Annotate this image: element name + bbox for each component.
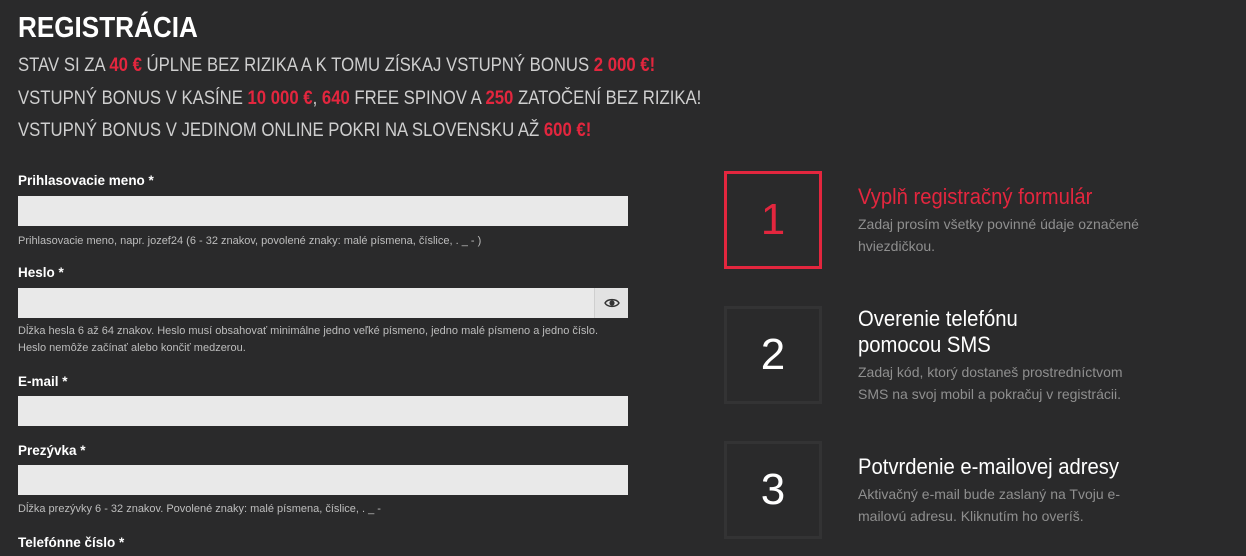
password-input[interactable] <box>18 288 594 318</box>
nickname-help: Dĺžka prezývky 6 - 32 znakov. Povolené z… <box>18 503 381 515</box>
nickname-input[interactable] <box>18 465 628 495</box>
promo-highlight: 10 000 € <box>247 88 313 109</box>
phone-label: Telefónne číslo * <box>18 535 125 550</box>
promo-highlight: 600 €! <box>543 120 592 141</box>
email-input[interactable] <box>18 396 628 426</box>
step-1-title: Vyplň registračný formulár <box>858 184 1093 209</box>
show-password-button[interactable] <box>594 288 628 318</box>
step-2-number: 2 <box>724 306 822 404</box>
step-1-number: 1 <box>724 171 822 269</box>
promo-text: STAV SI ZA <box>18 55 110 76</box>
promo-text: FREE SPINOV A <box>349 88 486 109</box>
username-label: Prihlasovacie meno * <box>18 173 154 188</box>
eye-icon <box>603 298 620 308</box>
nickname-label: Prezývka * <box>18 443 86 458</box>
step-2-text: Zadaj kód, ktorý dostaneš prostredníctvo… <box>858 364 1123 402</box>
email-label: E-mail * <box>18 374 68 389</box>
promo-highlight: 40 € <box>109 55 142 76</box>
promo-text: VSTUPNÝ BONUS V JEDINOM ONLINE POKRI NA … <box>18 120 544 141</box>
step-3-number: 3 <box>724 441 822 539</box>
step-3-text: Aktivačný e-mail bude zaslaný na Tvoju e… <box>858 486 1120 524</box>
promo-highlight: 250 <box>485 88 514 109</box>
promo-line-1: STAV SI ZA 40 € ÚPLNE BEZ RIZIKA A K TOM… <box>18 55 655 77</box>
password-help: Dĺžka hesla 6 až 64 znakov. Heslo musí o… <box>18 325 599 354</box>
promo-text: , <box>312 88 322 109</box>
promo-text: VSTUPNÝ BONUS V KASÍNE <box>18 88 248 109</box>
promo-highlight: 2 000 €! <box>593 55 656 76</box>
promo-highlight: 640 <box>321 88 350 109</box>
username-help: Prihlasovacie meno, napr. jozef24 (6 - 3… <box>18 235 482 247</box>
password-label: Heslo * <box>18 265 64 280</box>
promo-line-3: VSTUPNÝ BONUS V JEDINOM ONLINE POKRI NA … <box>18 120 591 142</box>
step-3-title: Potvrdenie e-mailovej adresy <box>858 454 1120 479</box>
promo-line-2: VSTUPNÝ BONUS V KASÍNE 10 000 €, 640 FRE… <box>18 88 701 110</box>
promo-text: ZATOČENÍ BEZ RIZIKA! <box>513 88 702 109</box>
step-1-text: Zadaj prosím všetky povinné údaje označe… <box>858 216 1139 254</box>
promo-text: ÚPLNE BEZ RIZIKA A K TOMU ZÍSKAJ VSTUPNÝ… <box>141 55 594 76</box>
step-2-title: Overenie telefónu pomocou SMS <box>858 306 1018 357</box>
page-title: REGISTRÁCIA <box>18 12 198 44</box>
username-input[interactable] <box>18 196 628 226</box>
